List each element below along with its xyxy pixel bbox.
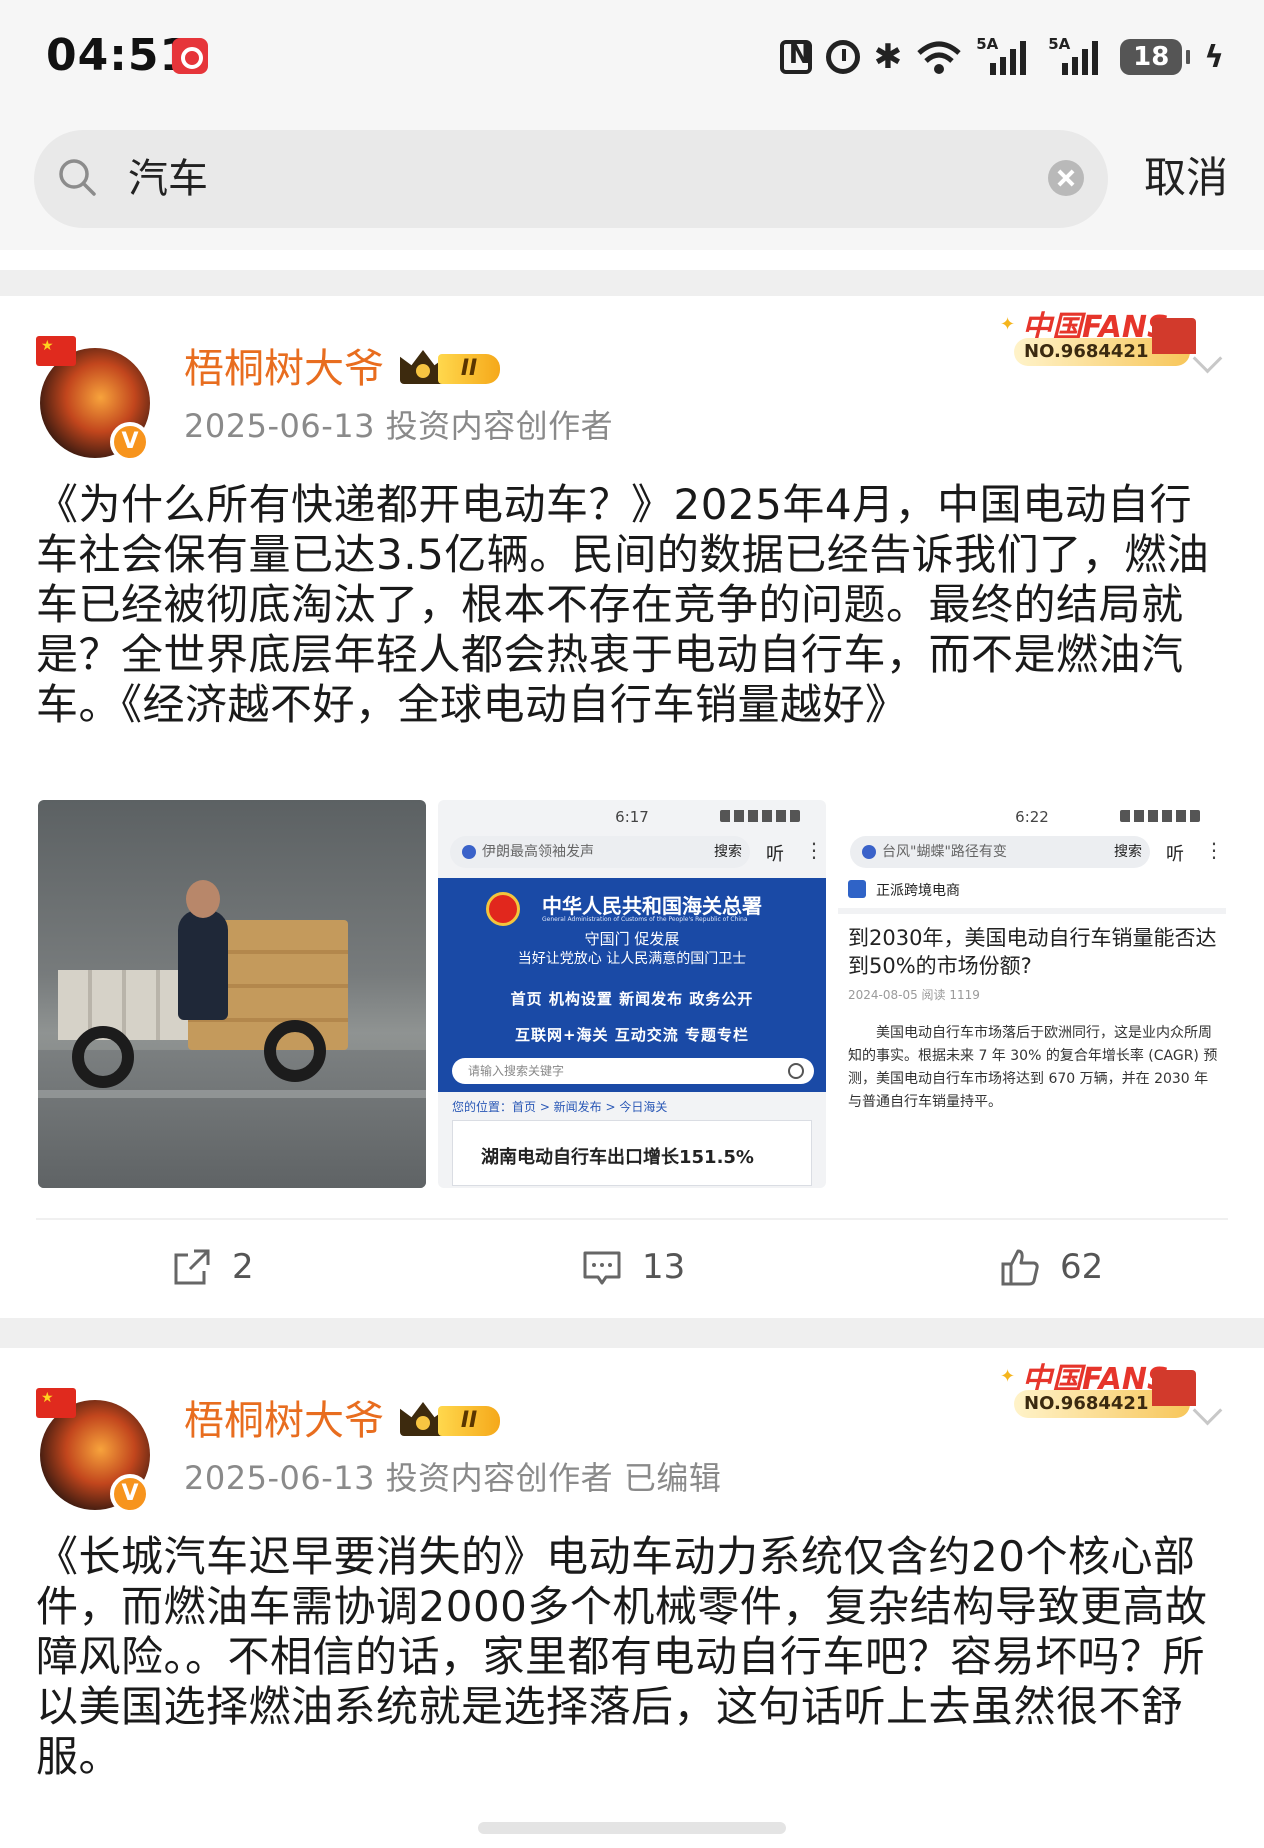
action-divider (36, 1218, 1228, 1220)
wifi-icon (916, 37, 962, 77)
mini-listen: 听 (766, 844, 784, 865)
customs-title: 中华人民共和国海关总署 (542, 894, 762, 918)
cancel-button[interactable]: 取消 (1144, 150, 1228, 206)
emblem-icon (486, 892, 520, 926)
flag-icon (36, 1388, 76, 1418)
chevron-down-icon[interactable] (1192, 346, 1222, 376)
search-input[interactable]: 汽车 (34, 130, 1108, 228)
bank-app-icon (172, 38, 208, 74)
verified-icon: V (110, 422, 150, 462)
post-divider (0, 1318, 1264, 1348)
member-badge[interactable]: II (400, 348, 504, 388)
status-icons: ✱ 5A 5A 18 ϟ (779, 34, 1224, 80)
more-icon: ⋮ (804, 838, 824, 862)
search-icon (59, 159, 96, 196)
battery-icon: 18 (1120, 39, 1183, 75)
clear-icon[interactable] (1048, 160, 1084, 196)
like-button[interactable]: 62 (1000, 1242, 1103, 1292)
customs-slogan-1: 守国门 促发展 (584, 930, 680, 948)
customs-nav-1: 首页 机构设置 新闻发布 政务公开 (510, 990, 754, 1008)
post-text[interactable]: 《为什么所有快递都开电动车？》2025年4月，中国电动自行车社会保有量已达3.5… (36, 480, 1232, 730)
flag-icon (36, 336, 76, 366)
mini-search-button: 搜索 (714, 844, 742, 860)
more-icon: ⋮ (1204, 838, 1224, 862)
post-meta: 2025-06-13 投资内容创作者 已编辑 (184, 1459, 722, 1497)
avatar[interactable]: V (36, 336, 150, 462)
nfc-icon (779, 40, 812, 74)
mini-search-text: 伊朗最高领袖发声 (482, 844, 594, 860)
customs-breadcrumb: 您的位置：首页 > 新闻发布 > 今日海关 (452, 1100, 668, 1114)
customs-headline-box: 湖南电动自行车出口增长151.5% (452, 1120, 812, 1186)
post-text[interactable]: 《长城汽车迟早要消失的》电动车动力系统仅含约20个核心部件，而燃油车需协调200… (36, 1532, 1232, 1782)
charging-icon: ϟ (1204, 39, 1224, 75)
username[interactable]: 梧桐树大爷 (184, 1396, 384, 1446)
mini-search-button: 搜索 (1114, 844, 1142, 860)
verified-icon: V (110, 1474, 150, 1514)
star-icon: ✦ (1000, 1366, 1016, 1387)
article-body: 美国电动自行车市场落后于欧洲同行，这是业内众所周知的事实。根据未来 7 年 30… (848, 1025, 1218, 1110)
tiananmen-icon (1152, 318, 1196, 354)
customs-banner: 中华人民共和国海关总署 General Administration of Cu… (438, 878, 826, 1092)
photo-delivery-rider[interactable] (38, 800, 426, 1188)
mini-search-bar: 台风"蝴蝶"路径有变 搜索 (850, 836, 1150, 868)
member-badge[interactable]: II (400, 1400, 504, 1440)
mini-listen: 听 (1166, 844, 1184, 865)
screenshot-customs-news[interactable]: 6:17 伊朗最高领袖发声 搜索 听 ⋮ 中华人民共和国海关总署 General… (438, 800, 826, 1188)
customs-subtitle: General Administration of Customs of the… (542, 916, 748, 923)
mini-status-icons (720, 810, 800, 822)
signal-icon-2: 5A (1048, 35, 1106, 77)
search-query: 汽车 (128, 156, 208, 202)
signal-icon-1: 5A (976, 35, 1034, 77)
mini-search-bar: 伊朗最高领袖发声 搜索 (450, 836, 750, 868)
section-divider (0, 270, 1264, 296)
post-card[interactable]: V 梧桐树大爷 II 2025-06-13 投资内容创作者 已编辑 ✦ 中国FA… (0, 1348, 1264, 1818)
fans-badge[interactable]: ✦ 中国FANS NO.9684421 (1000, 1354, 1196, 1424)
thumbs-up-icon (1001, 1249, 1039, 1286)
article-source: 正派跨境电商 (848, 880, 960, 900)
like-count: 62 (1060, 1247, 1104, 1287)
share-count: 2 (232, 1247, 254, 1287)
share-button[interactable]: 2 (172, 1242, 254, 1292)
screenshot-ebike-article[interactable]: 6:22 台风"蝴蝶"路径有变 搜索 听 ⋮ 正派跨境电商 到2030年，美国电… (838, 800, 1226, 1188)
status-time: 04:51 (46, 30, 192, 81)
comment-icon (583, 1251, 621, 1285)
article-title: 到2030年，美国电动自行车销量能否达到50%的市场份额? (848, 926, 1217, 978)
post-meta: 2025-06-13 投资内容创作者 (184, 407, 614, 445)
member-level: II (438, 354, 500, 384)
member-level: II (438, 1406, 500, 1436)
username[interactable]: 梧桐树大爷 (184, 344, 384, 394)
comment-count: 13 (642, 1247, 686, 1287)
customs-search-input: 请输入搜索关键字 (452, 1058, 814, 1084)
bluetooth-icon: ✱ (873, 37, 903, 77)
star-icon: ✦ (1000, 314, 1016, 335)
article-date: 2024-08-05 阅读 1119 (848, 988, 980, 1002)
fans-badge[interactable]: ✦ 中国FANS NO.9684421 (1000, 302, 1196, 372)
customs-headline: 湖南电动自行车出口增长151.5% (481, 1147, 754, 1168)
avatar[interactable]: V (36, 1388, 150, 1514)
chevron-down-icon[interactable] (1192, 1398, 1222, 1428)
battery-tip (1186, 50, 1191, 64)
status-bar: 04:51 ✱ 5A 5A 18 ϟ (0, 0, 1264, 110)
mini-search-text: 台风"蝴蝶"路径有变 (882, 844, 1007, 860)
post-action-bar: 2 13 62 (0, 1224, 1264, 1314)
tiananmen-icon (1152, 1370, 1196, 1406)
image-grid: 6:17 伊朗最高领袖发声 搜索 听 ⋮ 中华人民共和国海关总署 General… (38, 800, 1226, 1188)
search-header: 汽车 取消 (0, 110, 1264, 250)
mini-status-icons (1120, 810, 1200, 822)
home-indicator[interactable] (478, 1822, 786, 1834)
comment-button[interactable]: 13 (582, 1242, 685, 1292)
alarm-icon (825, 40, 860, 74)
article-divider (838, 908, 1226, 914)
share-icon (174, 1249, 210, 1285)
customs-nav-2: 互联网+海关 互动交流 专题专栏 (514, 1026, 749, 1044)
customs-slogan-2: 当好让党放心 让人民满意的国门卫士 (517, 951, 747, 967)
